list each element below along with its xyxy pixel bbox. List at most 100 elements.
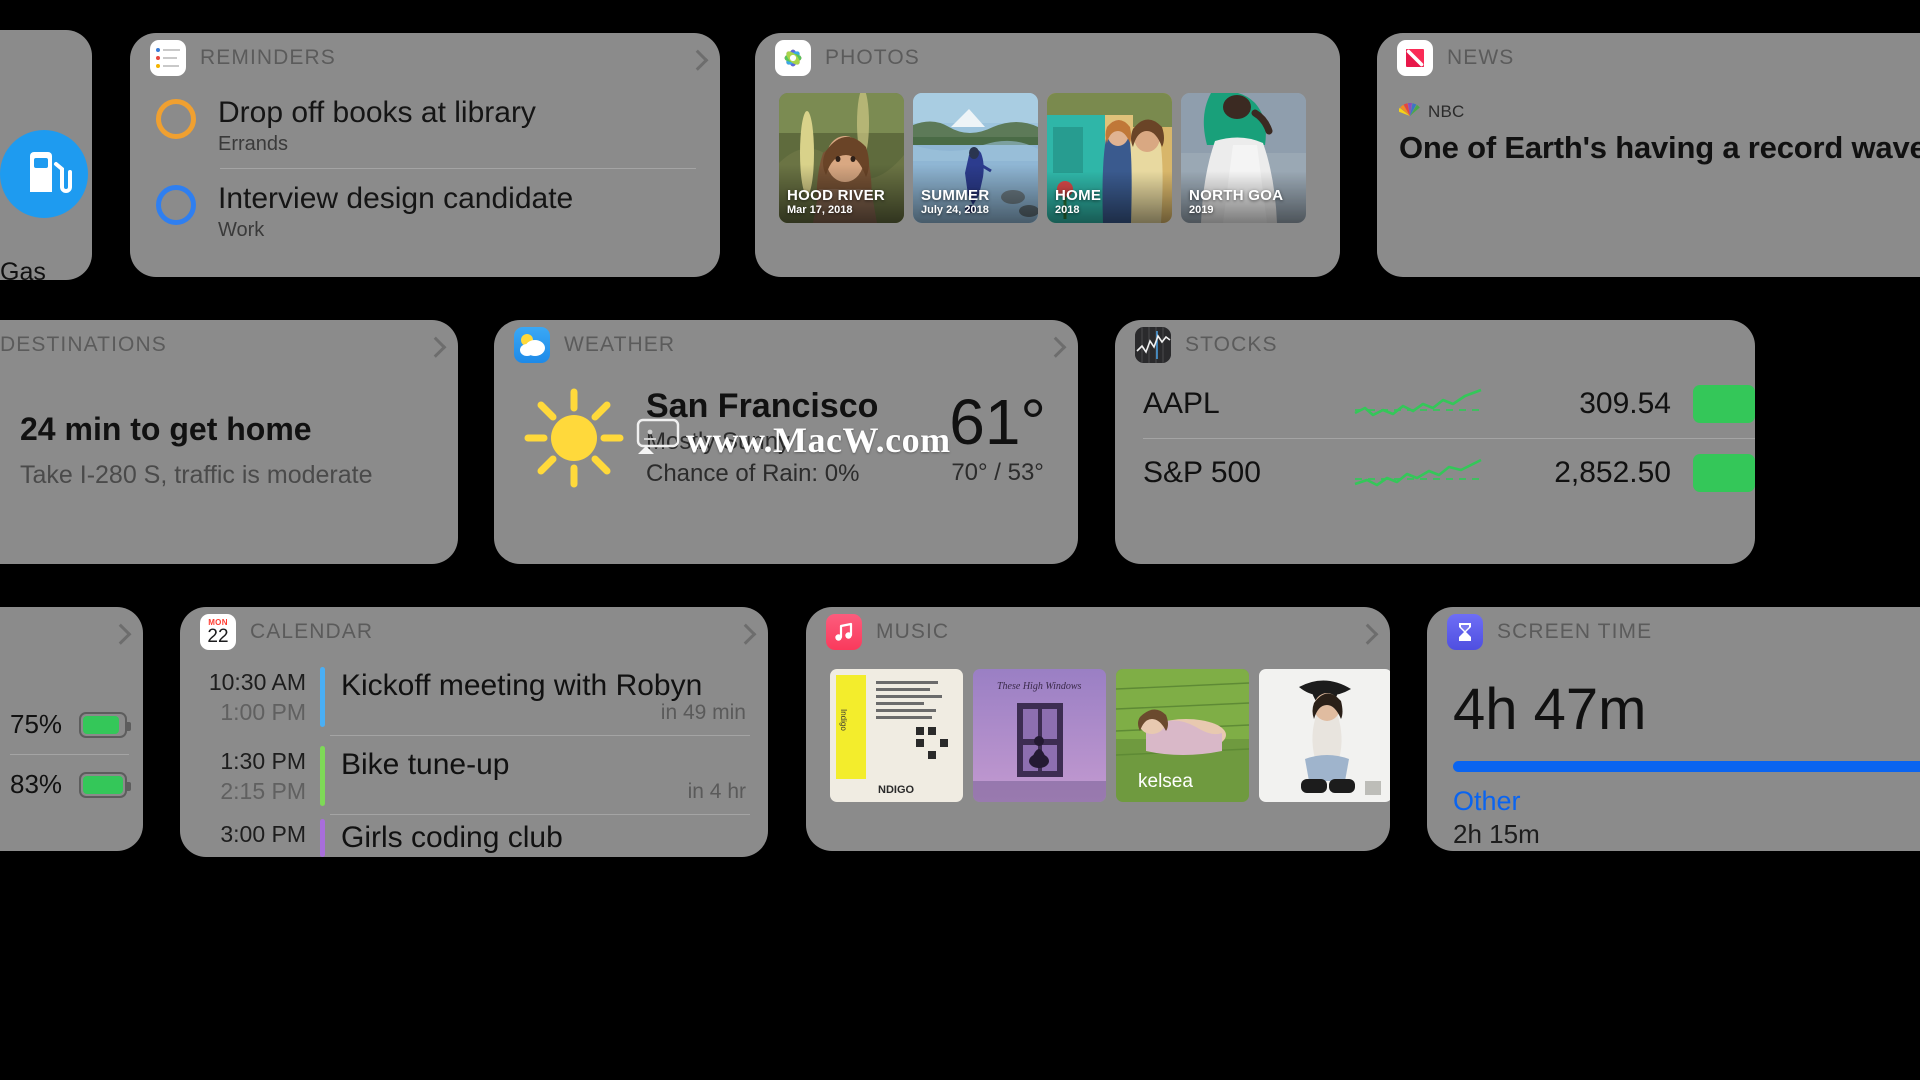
screentime-category: Other [1453,786,1521,816]
calendar-event-times: 10:30 AM 1:00 PM [202,667,320,727]
destination-detail: Take I-280 S, traffic is moderate [20,461,373,489]
music-title: MUSIC [876,620,950,643]
widget-gas[interactable]: Gas [0,30,92,280]
widget-reminders[interactable]: REMINDERS Drop off books at library Erra… [130,33,720,277]
photo-title: HOME [1055,187,1102,204]
calendar-event-color-bar [320,746,325,806]
stock-row[interactable]: S&P 500 2,852.50 [1115,439,1755,507]
svg-text:These High Windows: These High Windows [997,681,1082,692]
destination-eta: 24 min to get home [20,411,312,447]
chevron-right-icon[interactable] [1045,336,1067,358]
calendar-app-icon: MON 22 [200,614,236,650]
news-body[interactable]: NBC One of Earth's having a record wave. [1377,83,1920,166]
widget-destinations[interactable]: DESTINATIONS 24 min to get home Take I-2… [0,320,458,564]
screentime-total: 4h 47m [1453,677,1647,742]
reminder-checkbox[interactable] [156,185,196,225]
chevron-right-icon[interactable] [425,336,447,358]
calendar-event-title: Bike tune-up [341,748,510,781]
photo-title: NORTH GOA [1189,187,1284,204]
stock-row[interactable]: AAPL 309.54 [1115,370,1755,438]
photo-thumbnail[interactable]: SUMMER July 24, 2018 [913,93,1038,223]
photo-title: SUMMER [921,187,990,204]
calendar-event-relative: in 4 hr [687,780,746,803]
weather-info: San Francisco Mostly Sunny Chance of Rai… [646,386,878,490]
widget-calendar[interactable]: MON 22 CALENDAR 10:30 AM 1:00 PM Kickoff… [180,607,768,857]
destinations-title: DESTINATIONS [0,333,167,356]
weather-temps: 61° 70° / 53° [949,389,1052,487]
weather-body: San Francisco Mostly Sunny Chance of Rai… [494,370,1078,492]
widget-screentime[interactable]: SCREEN TIME 4h 47m Other 2h 15m [1427,607,1920,851]
reminder-item[interactable]: Drop off books at library Errands [130,83,720,168]
photo-thumbnail[interactable]: NORTH GOA 2019 [1181,93,1306,223]
news-headline: One of Earth's having a record wave. [1399,130,1920,165]
photos-title: PHOTOS [825,46,920,69]
photo-thumbnail[interactable]: HOOD RIVER Mar 17, 2018 [779,93,904,223]
widget-photos[interactable]: PHOTOS HOOD RIVER Mar 17, 2018 SUMMER Ju… [755,33,1340,277]
calendar-event-title: Girls coding club [341,821,563,854]
calendar-event[interactable]: 3:00 PM Girls coding club [180,815,768,857]
widget-board: Gas REMINDERS Drop off books at library … [0,0,1920,1080]
chevron-right-icon[interactable] [110,623,132,645]
widget-weather[interactable]: WEATHER San Francisco Mostly Sunny Chanc… [494,320,1078,564]
calendar-header: MON 22 CALENDAR [180,607,768,657]
reminder-title: Drop off books at library [218,96,536,129]
calendar-event[interactable]: 10:30 AM 1:00 PM Kickoff meeting with Ro… [180,657,768,735]
weather-condition: Mostly Sunny [646,428,791,455]
calendar-icon-day: 22 [207,625,229,647]
news-title: NEWS [1447,46,1515,69]
stocks-title: STOCKS [1185,333,1278,356]
stock-symbol: AAPL [1143,387,1220,420]
stock-sparkline [1353,453,1483,493]
battery-row: 75% [0,695,143,754]
album-artwork[interactable]: Indigo NDIGO [830,669,963,802]
stocks-app-icon [1135,327,1171,363]
chevron-right-icon[interactable] [687,49,709,71]
battery-icon [78,711,131,738]
chevron-right-icon[interactable] [735,623,757,645]
news-source-label: NBC [1428,101,1465,121]
stock-price: 2,852.50 [1554,456,1671,489]
music-album-strip: Indigo NDIGO These High Windows kelsea [806,657,1390,802]
album-artwork[interactable]: kelsea [1116,669,1249,802]
music-header: MUSIC [806,607,1390,657]
calendar-event[interactable]: 1:30 PM 2:15 PM Bike tune-up in 4 hr [180,736,768,814]
reminder-list: Work [218,219,265,241]
weather-header: WEATHER [494,320,1078,370]
gas-pump-icon [0,130,88,223]
svg-text:NDIGO: NDIGO [878,784,915,796]
widget-batteries[interactable]: 75% 83% [0,607,143,851]
calendar-event-start: 10:30 AM [208,669,306,695]
widget-news[interactable]: NEWS NBC One of Earth's having a record … [1377,33,1920,277]
widget-music[interactable]: MUSIC Indigo NDIGO These High Windows ke… [806,607,1390,851]
destinations-header: DESTINATIONS [0,320,458,370]
chevron-right-icon[interactable] [1357,623,1379,645]
reminder-checkbox[interactable] [156,99,196,139]
photo-date: Mar 17, 2018 [787,204,853,216]
sun-icon [520,384,628,492]
svg-text:Indigo: Indigo [839,709,848,731]
photos-app-icon [775,40,811,76]
calendar-event-times: 3:00 PM [202,819,320,857]
stock-change-badge [1693,385,1755,423]
calendar-event-end: 1:00 PM [220,699,306,725]
svg-text:kelsea: kelsea [1138,771,1193,792]
battery-icon [78,771,131,798]
album-artwork[interactable] [1259,669,1390,802]
photo-date: July 24, 2018 [921,204,989,216]
calendar-event-color-bar [320,819,325,857]
photo-thumbnail[interactable]: HOME 2018 [1047,93,1172,223]
nbc-peacock-icon [1397,101,1421,122]
gas-label: Gas [0,258,46,280]
weather-high-low: 70° / 53° [951,459,1044,486]
stock-symbol: S&P 500 [1143,456,1261,489]
weather-city: San Francisco [646,387,879,425]
album-artwork[interactable]: These High Windows [973,669,1106,802]
widget-stocks[interactable]: STOCKS AAPL 309.54 S&P 500 2,852.50 [1115,320,1755,564]
battery-percent: 75% [10,709,63,739]
photos-header: PHOTOS [755,33,1340,83]
reminder-item[interactable]: Interview design candidate Work [130,169,720,254]
batteries-header [0,607,143,657]
weather-current-temp: 61° [949,386,1046,458]
calendar-event-end: 2:15 PM [220,778,306,804]
calendar-event-relative: in 49 min [660,701,746,724]
